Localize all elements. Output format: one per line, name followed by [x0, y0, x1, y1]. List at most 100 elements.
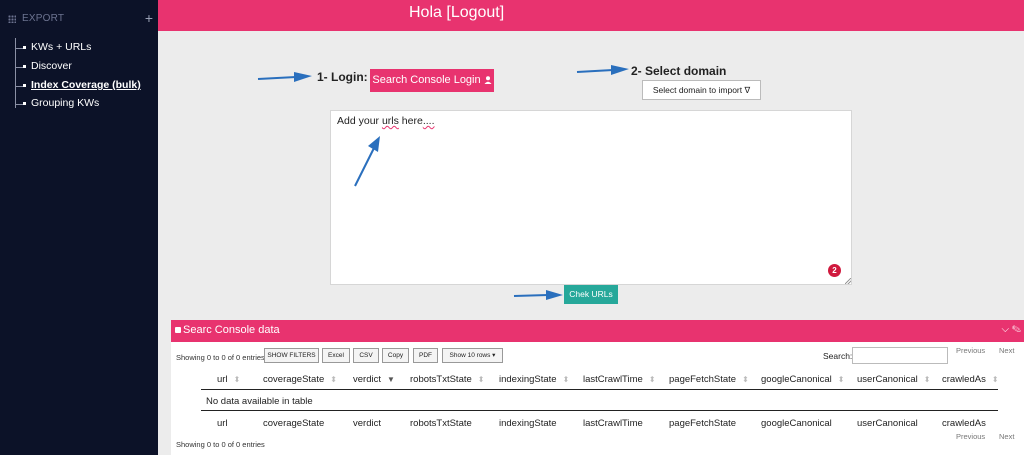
tree-branch: [16, 104, 23, 105]
arrow-icon: [354, 136, 380, 187]
sidebar-item-label: KWs + URLs: [31, 41, 92, 53]
column-label: lastCrawlTime: [583, 374, 643, 385]
placeholder-text: Add your: [337, 115, 382, 127]
column-footer: googleCanonical: [761, 418, 832, 429]
sidebar-header[interactable]: EXPORT +: [8, 10, 153, 27]
sort-icon: ⬍: [991, 375, 999, 384]
sort-icon: ⬍: [742, 375, 749, 384]
sort-icon: ⬍: [477, 375, 485, 384]
column-label: coverageState: [263, 374, 325, 385]
login-button-label: Search Console Login: [372, 74, 481, 86]
column-footer: url: [217, 418, 228, 429]
sidebar-item-grouping-kws[interactable]: Grouping KWs: [16, 97, 146, 111]
table-header-divider: [201, 389, 998, 390]
column-footer: robotsTxtState: [410, 418, 472, 429]
logout-link[interactable]: Logout: [451, 4, 500, 21]
search-console-data-panel: Searc Console data ⌵ ✎: [171, 320, 1024, 455]
column-label: verdict: [353, 374, 381, 385]
column-footer: indexingState: [499, 418, 557, 429]
column-header[interactable]: pageFetchState ⬍: [669, 374, 749, 385]
next-button[interactable]: Next: [999, 346, 1014, 355]
column-footer: crawledAs: [942, 418, 986, 429]
panel-controls[interactable]: ⌵ ✎: [1002, 324, 1021, 335]
column-header[interactable]: verdict ▼: [353, 374, 395, 385]
domain-step-label: 2- Select domain: [631, 64, 727, 78]
placeholder-text: urls: [381, 115, 399, 127]
sidebar-item-discover[interactable]: Discover: [16, 60, 146, 74]
sidebar-item-label: Index Coverage (bulk): [31, 79, 141, 91]
sidebar-item-label: Grouping KWs: [31, 97, 100, 109]
column-header[interactable]: indexingState ⬍: [499, 374, 569, 385]
column-label: url: [217, 374, 228, 385]
sidebar: EXPORT + KWs + URLs Discover Index Cover…: [0, 0, 158, 455]
csv-button[interactable]: CSV: [353, 348, 379, 363]
column-header[interactable]: lastCrawlTime ⬍: [583, 374, 656, 385]
sort-icon: ⬍: [562, 375, 570, 384]
tree-branch: [16, 86, 23, 87]
search-label: Search:: [823, 351, 853, 361]
column-header[interactable]: crawledAs ⬍: [942, 374, 999, 385]
table-empty-message: No data available in table: [206, 396, 313, 407]
tree-branch: [16, 48, 23, 49]
arrow-icon: [576, 65, 629, 75]
arrow-icon: [257, 72, 312, 82]
bullet-icon: [23, 65, 26, 68]
tree-branch: [16, 67, 23, 68]
user-icon: [484, 76, 492, 84]
resize-handle[interactable]: [845, 278, 851, 284]
sort-icon: ⬍: [837, 375, 845, 384]
urls-textarea[interactable]: Add your urls here....: [330, 110, 852, 285]
panel-header: Searc Console data ⌵ ✎: [171, 320, 1024, 342]
column-label: indexingState: [499, 374, 557, 385]
column-footer: pageFetchState: [669, 418, 737, 429]
sidebar-header-label: EXPORT: [22, 13, 65, 24]
column-header[interactable]: url ⬍: [217, 374, 240, 385]
column-label: userCanonical: [857, 374, 918, 385]
column-footer: coverageState: [263, 418, 325, 429]
bullet-icon: [23, 46, 26, 49]
search-input[interactable]: [852, 347, 948, 364]
sort-icon: ⬍: [233, 375, 241, 384]
next-button-bottom[interactable]: Next: [999, 432, 1014, 441]
column-header[interactable]: robotsTxtState ⬍: [410, 374, 484, 385]
table-info-bottom: Showing 0 to 0 of 0 entries: [176, 440, 265, 449]
check-urls-button[interactable]: Chek URLs: [564, 285, 618, 304]
column-label: crawledAs: [942, 374, 986, 385]
sidebar-item-index-coverage[interactable]: Index Coverage (bulk): [16, 79, 146, 93]
pdf-button[interactable]: PDF: [413, 348, 438, 363]
previous-button[interactable]: Previous: [956, 346, 985, 355]
table-footer-divider: [201, 410, 998, 411]
column-label: pageFetchState: [669, 374, 737, 385]
placeholder-text: here: [398, 115, 423, 127]
panel-title: Searc Console data: [183, 324, 280, 336]
bracket-close: ]: [499, 4, 505, 21]
column-header[interactable]: userCanonical ⬍: [857, 374, 930, 385]
grid-icon: [8, 15, 16, 23]
show-rows-select[interactable]: Show 10 rows ▾: [442, 348, 503, 363]
column-footer: lastCrawlTime: [583, 418, 643, 429]
table-info-top: Showing 0 to 0 of 0 entries: [176, 353, 265, 362]
sidebar-item-kws-urls[interactable]: KWs + URLs: [16, 41, 146, 55]
greeting: Hola [Logout]: [409, 4, 504, 22]
bullet-icon: [23, 102, 26, 105]
column-label: googleCanonical: [761, 374, 832, 385]
sort-icon: ⬍: [330, 375, 337, 384]
greeting-text: Hola: [409, 4, 442, 21]
sidebar-item-label: Discover: [31, 60, 72, 72]
sort-icon: ▼: [386, 375, 395, 384]
bullet-icon: [23, 84, 26, 87]
column-footer: verdict: [353, 418, 381, 429]
placeholder-text: ....: [422, 115, 435, 127]
column-header[interactable]: googleCanonical ⬍: [761, 374, 844, 385]
search-console-login-button[interactable]: Search Console Login: [370, 69, 494, 92]
domain-select[interactable]: Select domain to import ∇: [642, 80, 761, 100]
sort-icon: ⬍: [648, 375, 656, 384]
previous-button-bottom[interactable]: Previous: [956, 432, 985, 441]
show-filters-button[interactable]: SHOW FILTERS: [264, 348, 319, 363]
copy-button[interactable]: Copy: [382, 348, 409, 363]
urls-placeholder: Add your urls here....: [337, 115, 434, 127]
plus-icon[interactable]: +: [145, 10, 153, 26]
column-header[interactable]: coverageState ⬍: [263, 374, 337, 385]
login-step-label: 1- Login:: [317, 70, 368, 84]
excel-button[interactable]: Excel: [322, 348, 350, 363]
